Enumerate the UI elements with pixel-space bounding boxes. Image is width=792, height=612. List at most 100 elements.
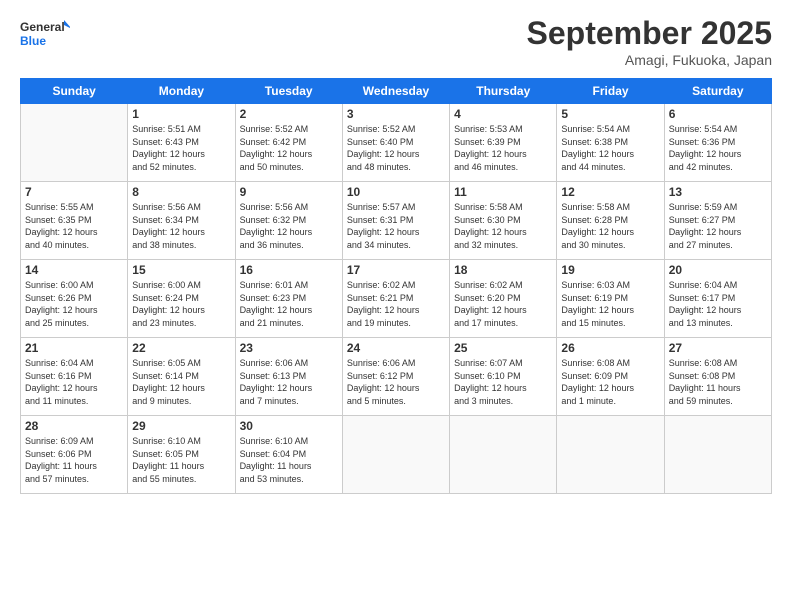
week-row-5: 28Sunrise: 6:09 AM Sunset: 6:06 PM Dayli… xyxy=(21,416,772,494)
header: General Blue September 2025 Amagi, Fukuo… xyxy=(20,15,772,68)
page: General Blue September 2025 Amagi, Fukuo… xyxy=(0,0,792,612)
day-number: 13 xyxy=(669,185,767,199)
calendar-cell: 22Sunrise: 6:05 AM Sunset: 6:14 PM Dayli… xyxy=(128,338,235,416)
cell-daylight-info: Sunrise: 6:04 AM Sunset: 6:17 PM Dayligh… xyxy=(669,279,767,329)
calendar-cell: 11 Sunrise: 5:58 AM Sunset: 6:30 PM Dayli… xyxy=(450,182,557,260)
calendar-cell: 29Sunrise: 6:10 AM Sunset: 6:05 PM Dayli… xyxy=(128,416,235,494)
day-header-sunday: Sunday xyxy=(21,79,128,104)
calendar-cell: 17 Sunrise: 6:02 AM Sunset: 6:21 PM Dayli… xyxy=(342,260,449,338)
cell-daylight-info: Sunrise: 5:58 AM Sunset: 6:30 PM Dayligh… xyxy=(454,201,552,251)
calendar-cell xyxy=(450,416,557,494)
day-number: 19 xyxy=(561,263,659,277)
day-number: 21 xyxy=(25,341,123,355)
day-number: 18 xyxy=(454,263,552,277)
calendar-cell: 14Sunrise: 6:00 AM Sunset: 6:26 PM Dayli… xyxy=(21,260,128,338)
day-number: 1 xyxy=(132,107,230,121)
cell-daylight-info: Sunrise: 5:58 AM Sunset: 6:28 PM Dayligh… xyxy=(561,201,659,251)
svg-text:General: General xyxy=(20,20,65,34)
calendar-cell: 8 Sunrise: 5:56 AM Sunset: 6:34 PM Daylig… xyxy=(128,182,235,260)
cell-daylight-info: Sunrise: 6:03 AM Sunset: 6:19 PM Dayligh… xyxy=(561,279,659,329)
day-number: 15 xyxy=(132,263,230,277)
cell-daylight-info: Sunrise: 6:10 AM Sunset: 6:04 PM Dayligh… xyxy=(240,435,338,485)
calendar-cell: 26 Sunrise: 6:08 AM Sunset: 6:09 PM Dayli… xyxy=(557,338,664,416)
week-row-2: 7 Sunrise: 5:55 AM Sunset: 6:35 PM Daylig… xyxy=(21,182,772,260)
cell-daylight-info: Sunrise: 6:06 AM Sunset: 6:13 PM Dayligh… xyxy=(240,357,338,407)
calendar-cell: 13Sunrise: 5:59 AM Sunset: 6:27 PM Dayli… xyxy=(664,182,771,260)
cell-daylight-info: Sunrise: 6:08 AM Sunset: 6:08 PM Dayligh… xyxy=(669,357,767,407)
day-number: 17 xyxy=(347,263,445,277)
cell-daylight-info: Sunrise: 5:57 AM Sunset: 6:31 PM Dayligh… xyxy=(347,201,445,251)
cell-daylight-info: Sunrise: 5:56 AM Sunset: 6:34 PM Dayligh… xyxy=(132,201,230,251)
calendar-cell: 3 Sunrise: 5:52 AM Sunset: 6:40 PM Daylig… xyxy=(342,104,449,182)
day-number: 4 xyxy=(454,107,552,121)
cell-daylight-info: Sunrise: 6:07 AM Sunset: 6:10 PM Dayligh… xyxy=(454,357,552,407)
calendar-cell xyxy=(21,104,128,182)
logo: General Blue xyxy=(20,15,70,55)
day-number: 7 xyxy=(25,185,123,199)
day-number: 16 xyxy=(240,263,338,277)
day-header-friday: Friday xyxy=(557,79,664,104)
calendar-cell: 5 Sunrise: 5:54 AM Sunset: 6:38 PM Daylig… xyxy=(557,104,664,182)
week-row-3: 14Sunrise: 6:00 AM Sunset: 6:26 PM Dayli… xyxy=(21,260,772,338)
day-number: 20 xyxy=(669,263,767,277)
cell-daylight-info: Sunrise: 5:54 AM Sunset: 6:36 PM Dayligh… xyxy=(669,123,767,173)
cell-daylight-info: Sunrise: 6:08 AM Sunset: 6:09 PM Dayligh… xyxy=(561,357,659,407)
day-header-saturday: Saturday xyxy=(664,79,771,104)
cell-daylight-info: Sunrise: 5:52 AM Sunset: 6:42 PM Dayligh… xyxy=(240,123,338,173)
day-number: 25 xyxy=(454,341,552,355)
calendar-table: SundayMondayTuesdayWednesdayThursdayFrid… xyxy=(20,78,772,494)
cell-daylight-info: Sunrise: 5:53 AM Sunset: 6:39 PM Dayligh… xyxy=(454,123,552,173)
calendar-cell: 16 Sunrise: 6:01 AM Sunset: 6:23 PM Dayli… xyxy=(235,260,342,338)
cell-daylight-info: Sunrise: 6:05 AM Sunset: 6:14 PM Dayligh… xyxy=(132,357,230,407)
cell-daylight-info: Sunrise: 6:09 AM Sunset: 6:06 PM Dayligh… xyxy=(25,435,123,485)
cell-daylight-info: Sunrise: 6:01 AM Sunset: 6:23 PM Dayligh… xyxy=(240,279,338,329)
cell-daylight-info: Sunrise: 6:02 AM Sunset: 6:21 PM Dayligh… xyxy=(347,279,445,329)
week-row-1: 1 Sunrise: 5:51 AM Sunset: 6:43 PM Daylig… xyxy=(21,104,772,182)
calendar-cell: 24 Sunrise: 6:06 AM Sunset: 6:12 PM Dayli… xyxy=(342,338,449,416)
day-number: 5 xyxy=(561,107,659,121)
month-title: September 2025 xyxy=(527,15,772,52)
cell-daylight-info: Sunrise: 6:00 AM Sunset: 6:24 PM Dayligh… xyxy=(132,279,230,329)
day-number: 3 xyxy=(347,107,445,121)
cell-daylight-info: Sunrise: 6:06 AM Sunset: 6:12 PM Dayligh… xyxy=(347,357,445,407)
day-number: 23 xyxy=(240,341,338,355)
cell-daylight-info: Sunrise: 5:52 AM Sunset: 6:40 PM Dayligh… xyxy=(347,123,445,173)
calendar-cell: 12Sunrise: 5:58 AM Sunset: 6:28 PM Dayli… xyxy=(557,182,664,260)
day-number: 14 xyxy=(25,263,123,277)
day-number: 11 xyxy=(454,185,552,199)
cell-daylight-info: Sunrise: 5:55 AM Sunset: 6:35 PM Dayligh… xyxy=(25,201,123,251)
calendar-cell: 27 Sunrise: 6:08 AM Sunset: 6:08 PM Dayli… xyxy=(664,338,771,416)
calendar-cell: 21 Sunrise: 6:04 AM Sunset: 6:16 PM Dayli… xyxy=(21,338,128,416)
day-header-thursday: Thursday xyxy=(450,79,557,104)
day-number: 30 xyxy=(240,419,338,433)
cell-daylight-info: Sunrise: 5:56 AM Sunset: 6:32 PM Dayligh… xyxy=(240,201,338,251)
cell-daylight-info: Sunrise: 5:54 AM Sunset: 6:38 PM Dayligh… xyxy=(561,123,659,173)
calendar-cell: 9Sunrise: 5:56 AM Sunset: 6:32 PM Daylig… xyxy=(235,182,342,260)
svg-text:Blue: Blue xyxy=(20,34,46,48)
calendar-cell xyxy=(557,416,664,494)
cell-daylight-info: Sunrise: 5:51 AM Sunset: 6:43 PM Dayligh… xyxy=(132,123,230,173)
cell-daylight-info: Sunrise: 6:02 AM Sunset: 6:20 PM Dayligh… xyxy=(454,279,552,329)
day-number: 26 xyxy=(561,341,659,355)
calendar-cell: 10 Sunrise: 5:57 AM Sunset: 6:31 PM Dayli… xyxy=(342,182,449,260)
calendar-cell: 6 Sunrise: 5:54 AM Sunset: 6:36 PM Daylig… xyxy=(664,104,771,182)
calendar-cell: 20 Sunrise: 6:04 AM Sunset: 6:17 PM Dayli… xyxy=(664,260,771,338)
day-header-tuesday: Tuesday xyxy=(235,79,342,104)
calendar-cell: 4 Sunrise: 5:53 AM Sunset: 6:39 PM Daylig… xyxy=(450,104,557,182)
week-row-4: 21 Sunrise: 6:04 AM Sunset: 6:16 PM Dayli… xyxy=(21,338,772,416)
calendar-cell: 23 Sunrise: 6:06 AM Sunset: 6:13 PM Dayli… xyxy=(235,338,342,416)
calendar-cell: 19 Sunrise: 6:03 AM Sunset: 6:19 PM Dayli… xyxy=(557,260,664,338)
day-number: 8 xyxy=(132,185,230,199)
cell-daylight-info: Sunrise: 6:04 AM Sunset: 6:16 PM Dayligh… xyxy=(25,357,123,407)
day-number: 29 xyxy=(132,419,230,433)
day-number: 10 xyxy=(347,185,445,199)
day-header-monday: Monday xyxy=(128,79,235,104)
calendar-cell: 28Sunrise: 6:09 AM Sunset: 6:06 PM Dayli… xyxy=(21,416,128,494)
calendar-cell: 1 Sunrise: 5:51 AM Sunset: 6:43 PM Daylig… xyxy=(128,104,235,182)
calendar-cell xyxy=(342,416,449,494)
day-number: 6 xyxy=(669,107,767,121)
location-subtitle: Amagi, Fukuoka, Japan xyxy=(527,52,772,68)
day-number: 24 xyxy=(347,341,445,355)
title-block: September 2025 Amagi, Fukuoka, Japan xyxy=(527,15,772,68)
day-number: 27 xyxy=(669,341,767,355)
